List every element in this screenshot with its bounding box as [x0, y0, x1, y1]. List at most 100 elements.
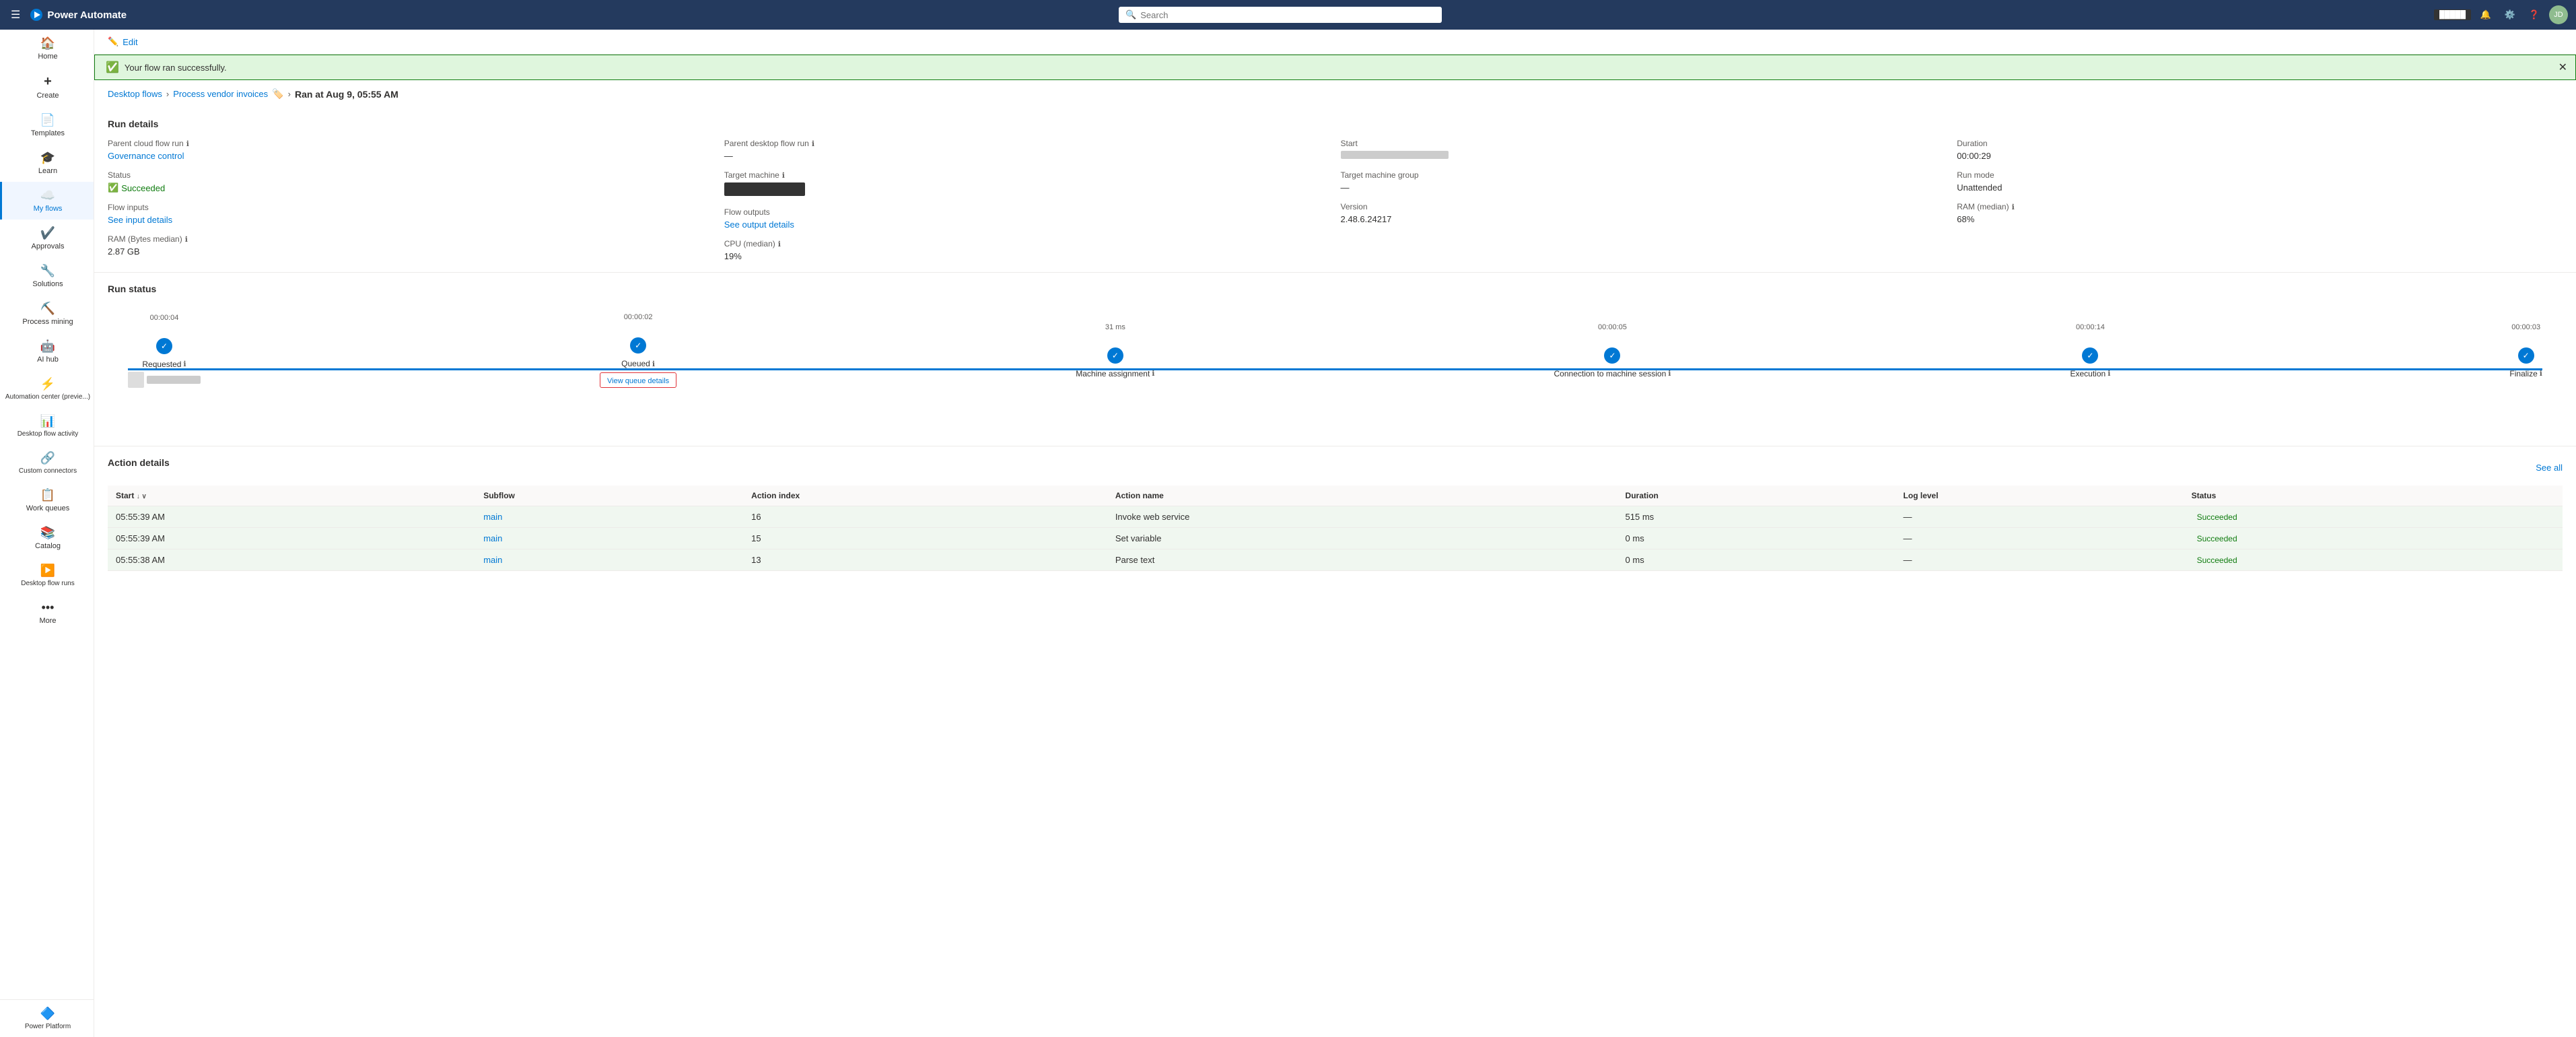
run-status-section: Run status 00:00:04 ✓ Requested ℹ [94, 273, 2576, 446]
requested-check-icon: ✓ [161, 341, 168, 351]
run-mode-item: Run mode Unattended [1957, 170, 2563, 193]
search-box[interactable]: 🔍 [1119, 7, 1442, 23]
sidebar-item-label-create: Create [36, 92, 59, 100]
connection-info-icon[interactable]: ℹ [1668, 369, 1671, 378]
help-icon[interactable]: ❓ [2525, 5, 2544, 24]
solutions-icon: 🔧 [40, 264, 55, 278]
power-automate-logo-icon [30, 8, 43, 22]
sidebar-item-more[interactable]: ••• More [0, 594, 94, 632]
topbar: ☰ Power Automate 🔍 █████ 🔔 ⚙️ ❓ JD [0, 0, 2576, 30]
queued-label: Queued ℹ [621, 359, 655, 368]
ram-median-info-icon[interactable]: ℹ [2012, 203, 2015, 211]
execution-info-icon[interactable]: ℹ [2108, 369, 2110, 378]
target-machine-info-icon[interactable]: ℹ [782, 171, 785, 180]
timeline-steps: 00:00:04 ✓ Requested ℹ [128, 337, 2542, 388]
machine-assignment-info-icon[interactable]: ℹ [1152, 369, 1154, 378]
breadcrumb-flow-name[interactable]: Process vendor invoices [173, 89, 268, 99]
row2-start: 05:55:39 AM [108, 528, 475, 549]
row2-subflow-link[interactable]: main [483, 533, 502, 543]
machine-assignment-dot: ✓ [1107, 347, 1123, 364]
avatar[interactable]: JD [2549, 5, 2568, 24]
row3-log-level: — [1895, 549, 2184, 571]
settings-icon[interactable]: ⚙️ [2501, 5, 2519, 24]
run-details-col2: Parent desktop flow run ℹ — Target machi… [724, 139, 1330, 261]
row2-duration: 0 ms [1617, 528, 1895, 549]
execution-check-icon: ✓ [2087, 351, 2093, 360]
run-status-title: Run status [108, 283, 2563, 294]
sidebar-item-create[interactable]: + Create [0, 67, 94, 106]
table-header: Start ↓ ∨ Subflow Action index Action na… [108, 486, 2563, 506]
sidebar-item-desktop-flow-runs[interactable]: ▶️ Desktop flow runs [0, 557, 94, 594]
parent-cloud-flow-info-icon[interactable]: ℹ [186, 139, 189, 148]
app-logo: Power Automate [30, 8, 127, 22]
sidebar-item-solutions[interactable]: 🔧 Solutions [0, 257, 94, 295]
queued-info-icon[interactable]: ℹ [652, 360, 655, 368]
edit-button[interactable]: ✏️ Edit [108, 36, 138, 47]
notifications-icon[interactable]: 🔔 [2476, 5, 2495, 24]
sidebar-item-learn[interactable]: 🎓 Learn [0, 144, 94, 182]
see-output-details-link[interactable]: See output details [724, 220, 1330, 230]
templates-icon: 📄 [40, 113, 55, 127]
app-name: Power Automate [47, 9, 127, 21]
my-flows-icon: ☁️ [40, 189, 55, 203]
governance-control-link[interactable]: Governance control [108, 151, 713, 161]
sidebar-item-my-flows[interactable]: ☁️ My flows [0, 182, 94, 220]
table-body: 05:55:39 AM main 16 Invoke web service 5… [108, 506, 2563, 571]
sidebar-item-power-platform[interactable]: 🔷 Power Platform [0, 1000, 94, 1037]
action-details-table: Start ↓ ∨ Subflow Action index Action na… [108, 486, 2563, 571]
requested-info-icon[interactable]: ℹ [183, 360, 186, 368]
sidebar-item-process-mining[interactable]: ⛏️ Process mining [0, 295, 94, 333]
parent-desktop-info-icon[interactable]: ℹ [812, 139, 814, 148]
banner-close-button[interactable]: ✕ [2558, 61, 2567, 74]
edit-icon: ✏️ [108, 36, 118, 47]
table-row: 05:55:39 AM main 16 Invoke web service 5… [108, 506, 2563, 528]
catalog-icon: 📚 [40, 526, 55, 540]
hamburger-icon[interactable]: ☰ [8, 5, 23, 24]
sidebar-item-desktop-flow-activity[interactable]: 📊 Desktop flow activity [0, 407, 94, 444]
sidebar-item-catalog[interactable]: 📚 Catalog [0, 519, 94, 557]
see-input-details-link[interactable]: See input details [108, 215, 713, 225]
col-log-level: Log level [1895, 486, 2184, 506]
duration-value: 00:00:29 [1957, 151, 2563, 161]
breadcrumb-parent[interactable]: Desktop flows [108, 89, 162, 99]
parent-cloud-flow-run-label: Parent cloud flow run ℹ [108, 139, 713, 148]
sidebar-item-label-custom-connectors: Custom connectors [19, 467, 77, 475]
connection-label: Connection to machine session ℹ [1554, 369, 1671, 378]
sidebar-item-approvals[interactable]: ✔️ Approvals [0, 220, 94, 257]
sidebar-item-label-learn: Learn [38, 167, 57, 175]
version-item: Version 2.48.6.24217 [1341, 202, 1947, 224]
view-queue-details-link[interactable]: View queue details [607, 377, 669, 385]
row3-subflow: main [475, 549, 743, 571]
timeline-step-queued: 00:00:02 ✓ Queued ℹ View queue details [600, 337, 676, 388]
search-icon: 🔍 [1125, 9, 1136, 20]
see-all-link[interactable]: See all [2536, 463, 2563, 473]
finalize-check-icon: ✓ [2523, 351, 2530, 360]
more-icon: ••• [42, 601, 55, 615]
row1-subflow-link[interactable]: main [483, 512, 502, 522]
start-sort-icon[interactable]: ↓ ∨ [137, 493, 147, 500]
sidebar-item-home[interactable]: 🏠 Home [0, 30, 94, 67]
create-icon: + [44, 74, 52, 90]
row3-subflow-link[interactable]: main [483, 555, 502, 565]
sidebar-item-custom-connectors[interactable]: 🔗 Custom connectors [0, 444, 94, 481]
start-blurred [1341, 151, 1449, 159]
search-input[interactable] [1140, 10, 1435, 20]
sidebar-item-label-home: Home [38, 53, 57, 61]
row3-duration: 0 ms [1617, 549, 1895, 571]
col-action-index: Action index [743, 486, 1107, 506]
sidebar-item-automation-center[interactable]: ⚡ Automation center (previe...) [0, 370, 94, 407]
sidebar-item-templates[interactable]: 📄 Templates [0, 106, 94, 144]
target-machine-group-item: Target machine group — [1341, 170, 1947, 193]
sidebar-item-ai-hub[interactable]: 🤖 AI hub [0, 333, 94, 370]
run-details-section: Run details Parent cloud flow run ℹ Gove… [94, 108, 2576, 273]
finalize-label: Finalize ℹ [2509, 369, 2542, 378]
finalize-info-icon[interactable]: ℹ [2540, 369, 2542, 378]
sidebar-item-work-queues[interactable]: 📋 Work queues [0, 481, 94, 519]
sidebar-item-label-ai-hub: AI hub [37, 356, 59, 364]
desktop-flow-activity-icon: 📊 [40, 414, 55, 428]
machine-assignment-check-icon: ✓ [1112, 351, 1119, 360]
ram-bytes-info-icon[interactable]: ℹ [185, 235, 188, 244]
execution-dot: ✓ [2082, 347, 2098, 364]
cpu-median-info-icon[interactable]: ℹ [778, 240, 781, 248]
queued-time: 00:00:02 [624, 313, 653, 321]
